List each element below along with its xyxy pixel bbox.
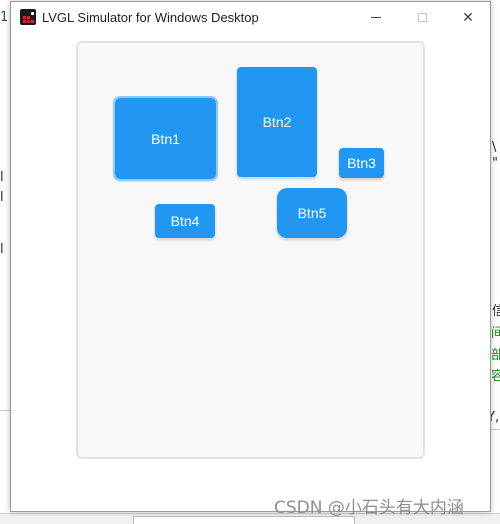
bg-glyph: 间	[491, 326, 500, 341]
simulator-window: LVGL Simulator for Windows Desktop ✕ Btn…	[10, 1, 491, 512]
btn2-label: Btn2	[262, 114, 292, 130]
btn2-button[interactable]: Btn2	[237, 67, 317, 177]
window-title: LVGL Simulator for Windows Desktop	[42, 10, 259, 25]
minimize-button[interactable]	[353, 2, 399, 33]
btn4-label: Btn4	[170, 213, 200, 229]
bg-divider	[0, 410, 10, 411]
title-bar[interactable]: LVGL Simulator for Windows Desktop ✕	[11, 2, 490, 33]
bg-glyph: \	[492, 140, 497, 155]
lvgl-display: Btn1 Btn2 Btn3 Btn4 Btn5	[11, 33, 490, 511]
bg-glyph: 1	[0, 10, 9, 25]
btn5-label: Btn5	[297, 205, 327, 221]
btn3-button[interactable]: Btn3	[339, 148, 384, 178]
csdn-watermark: CSDN @小石头有大内涵	[274, 498, 464, 518]
bg-glyph: l	[0, 190, 4, 205]
bg-glyph: l	[0, 170, 4, 185]
btn3-label: Btn3	[347, 155, 376, 171]
btn1-label: Btn1	[151, 130, 180, 147]
bg-glyph: "	[492, 156, 498, 171]
bg-divider	[491, 429, 500, 430]
lvgl-app-icon	[20, 9, 36, 25]
close-icon: ✕	[462, 9, 474, 26]
bg-glyph: 容	[491, 369, 500, 384]
bg-glyph: 信	[492, 304, 500, 319]
bg-glyph: l	[0, 242, 4, 257]
minimize-icon	[371, 17, 381, 18]
button-container: Btn1 Btn2 Btn3 Btn4 Btn5	[76, 41, 425, 459]
btn4-button[interactable]: Btn4	[155, 204, 215, 238]
close-button[interactable]: ✕	[445, 2, 491, 33]
btn5-button[interactable]: Btn5	[277, 188, 347, 238]
maximize-icon	[417, 13, 427, 22]
btn1-button[interactable]: Btn1	[113, 96, 218, 181]
bg-glyph: 部	[491, 348, 500, 363]
maximize-button[interactable]	[399, 2, 445, 33]
